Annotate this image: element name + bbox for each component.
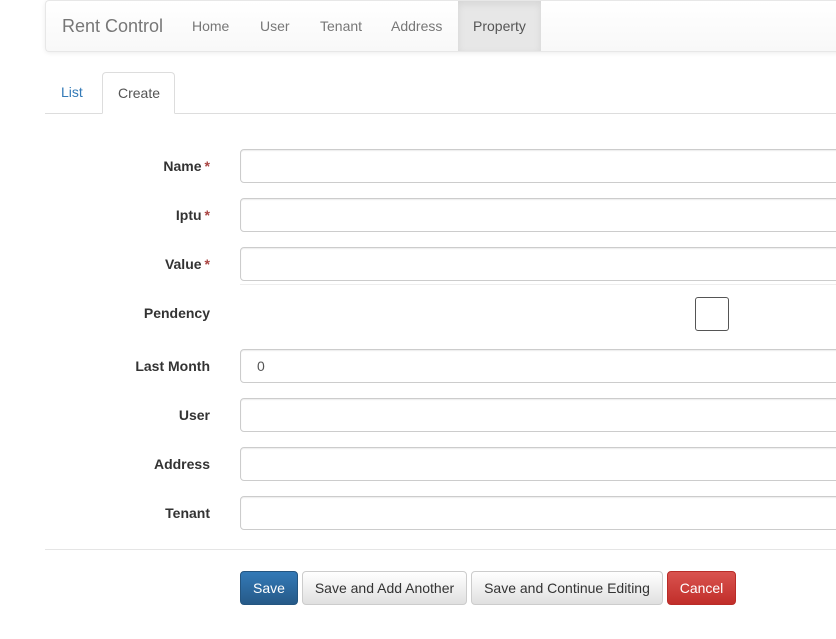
iptu-input[interactable]	[240, 198, 836, 232]
user-input[interactable]	[240, 398, 836, 432]
form-group-address: Address	[0, 447, 836, 481]
cancel-button[interactable]: Cancel	[667, 571, 736, 605]
name-label: Name *	[163, 158, 210, 174]
pendency-field	[240, 284, 836, 331]
top-navbar: Rent Control Home User Tenant Address Pr…	[45, 0, 836, 52]
nav-item-home[interactable]: Home	[177, 1, 244, 51]
address-input[interactable]	[240, 447, 836, 481]
value-label: Value *	[164, 256, 210, 272]
save-and-continue-editing-button[interactable]: Save and Continue Editing	[471, 571, 663, 605]
user-label: User	[178, 407, 210, 423]
tenant-label: Tenant	[165, 505, 210, 521]
form-group-iptu: Iptu *	[0, 198, 836, 232]
save-button[interactable]: Save	[240, 571, 298, 605]
form-group-user: User	[0, 398, 836, 432]
form-group-name: Name *	[0, 149, 836, 183]
nav-item-tenant[interactable]: Tenant	[305, 1, 377, 51]
required-marker: *	[204, 256, 210, 272]
pendency-checkbox[interactable]	[695, 297, 729, 331]
nav-item-user[interactable]: User	[245, 1, 305, 51]
nav-item-property[interactable]: Property	[458, 1, 541, 51]
address-label: Address	[153, 456, 210, 472]
last-month-input[interactable]	[240, 349, 836, 383]
last-month-label: Last Month	[135, 358, 210, 374]
pendency-label: Pendency	[143, 305, 210, 321]
form-actions-divider	[45, 549, 836, 550]
save-and-add-another-button[interactable]: Save and Add Another	[302, 571, 467, 605]
iptu-label: Iptu *	[175, 207, 210, 223]
value-input[interactable]	[240, 247, 836, 281]
form-group-pendency: Pendency	[0, 284, 836, 331]
tab-create[interactable]: Create	[102, 72, 175, 114]
form-group-last-month: Last Month	[0, 349, 836, 383]
form-group-tenant: Tenant	[0, 496, 836, 530]
form-group-value: Value *	[0, 247, 836, 281]
nav-item-address[interactable]: Address	[376, 1, 457, 51]
required-marker: *	[204, 158, 210, 174]
tab-list[interactable]: List	[46, 72, 98, 114]
required-marker: *	[204, 207, 210, 223]
form-tabs: List Create	[45, 72, 836, 114]
tenant-input[interactable]	[240, 496, 836, 530]
brand-link[interactable]: Rent Control	[62, 1, 163, 51]
name-input[interactable]	[240, 149, 836, 183]
